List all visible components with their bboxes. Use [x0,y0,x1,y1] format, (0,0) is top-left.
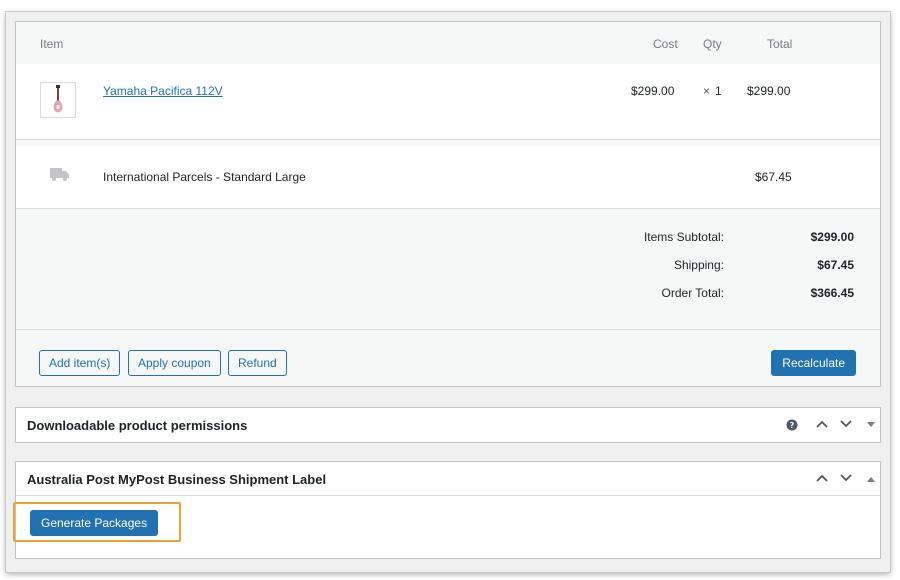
product-thumbnail[interactable] [40,82,76,118]
chevron-up-icon[interactable] [815,419,829,429]
shipping-total: $67.45 [755,170,792,184]
recalculate-button[interactable]: Recalculate [771,350,856,376]
toggle-triangle-icon[interactable] [866,475,876,483]
shipping-line-row: International Parcels - Standard Large $… [16,146,880,209]
product-link[interactable]: Yamaha Pacifica 112V [103,84,223,98]
items-subtotal-value: $299.00 [810,230,854,244]
svg-text:?: ? [790,421,795,430]
add-items-button[interactable]: Add item(s) [39,350,121,376]
chevron-up-icon[interactable] [815,473,829,483]
order-editor-frame: Item Cost Qty Total Yamaha Pacifica 112V… [6,12,890,572]
qty-multiplier: × [703,84,711,98]
refund-button[interactable]: Refund [228,350,287,376]
shipping-label: Shipping: [673,258,724,272]
panel-title: Australia Post MyPost Business Shipment … [27,472,327,487]
apply-coupon-button[interactable]: Apply coupon [128,350,221,376]
header-cost: Cost [653,37,678,51]
items-table-header: Item Cost Qty Total [16,22,880,64]
order-items-box: Item Cost Qty Total Yamaha Pacifica 112V… [15,21,881,387]
chevron-down-icon[interactable] [839,419,853,429]
help-icon[interactable]: ? [786,419,798,431]
header-total: Total [767,37,793,51]
guitar-icon [53,85,63,113]
order-totals: Items Subtotal: $299.00 Shipping: $67.45… [16,209,880,330]
panel-header[interactable]: Australia Post MyPost Business Shipment … [16,462,880,496]
header-item: Item [40,37,64,51]
item-cost: $299.00 [631,84,675,98]
order-actions: Add item(s) Apply coupon Refund Recalcul… [16,330,880,386]
shipping-method-name: International Parcels - Standard Large [103,170,306,184]
downloadable-permissions-panel: Downloadable product permissions ? [15,407,881,443]
panel-title: Downloadable product permissions [27,418,248,433]
chevron-down-icon[interactable] [839,473,853,483]
shipping-value: $67.45 [817,258,854,272]
item-total: $299.00 [747,84,791,98]
panel-header[interactable]: Downloadable product permissions ? [16,408,880,442]
header-qty: Qty [703,37,722,51]
highlight-outline [13,502,181,542]
items-subtotal-label: Items Subtotal: [643,230,724,244]
order-total-value: $366.45 [810,286,854,300]
truck-icon [50,168,69,181]
toggle-triangle-icon[interactable] [866,421,876,429]
order-total-label: Order Total: [661,286,724,300]
line-item-row: Yamaha Pacifica 112V $299.00 × 1 $299.00 [16,64,880,140]
item-qty: 1 [715,84,722,98]
